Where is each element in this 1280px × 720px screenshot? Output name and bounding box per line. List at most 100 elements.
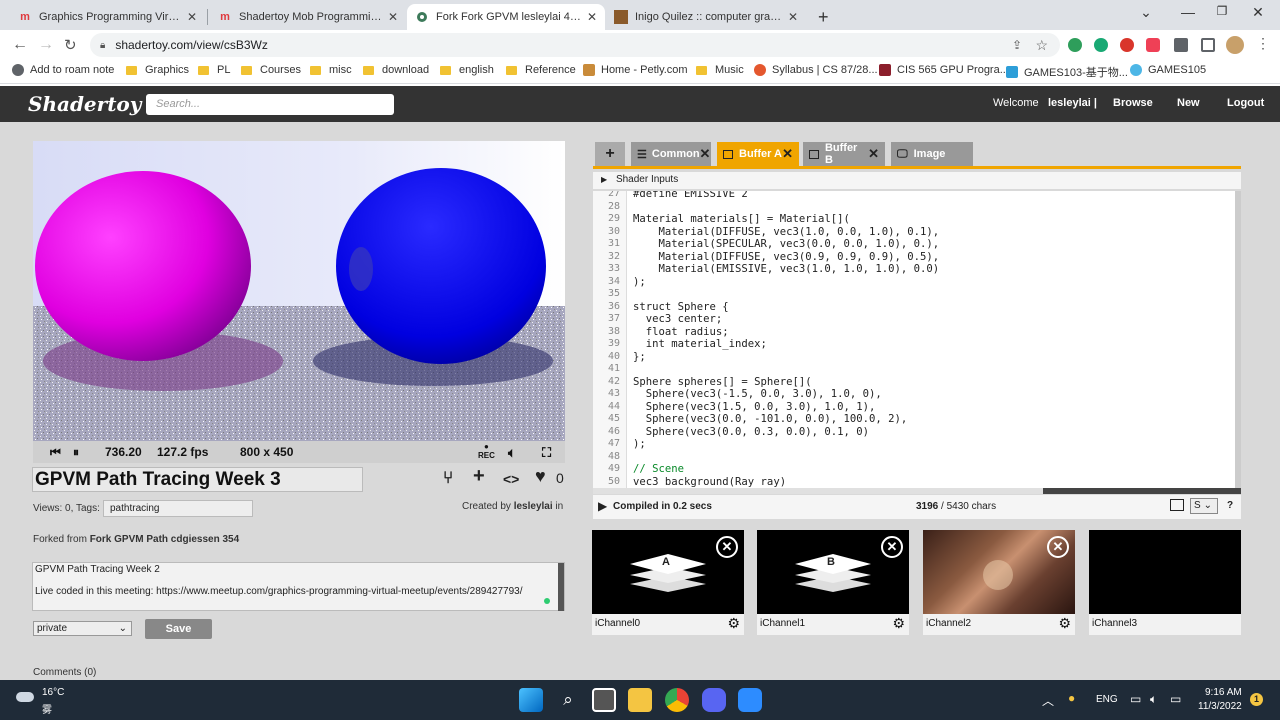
bookmark-folder[interactable]: misc xyxy=(310,64,352,76)
browser-tab-meetup-gpvm[interactable]: m Graphics Programming Virtual M ✕ xyxy=(10,4,205,30)
remove-channel-icon[interactable]: ✕ xyxy=(1047,536,1069,558)
tab-image[interactable]: 🖵︎ Image xyxy=(891,142,973,166)
like-heart-icon[interactable]: ♥ xyxy=(535,466,546,487)
bookmark-item[interactable]: Add to roam note xyxy=(12,64,114,76)
add-buffer-button[interactable]: + xyxy=(595,142,625,166)
logout-link[interactable]: Logout xyxy=(1227,97,1264,109)
zoom-icon[interactable] xyxy=(738,688,762,712)
channel-0-preview[interactable]: A ✕ xyxy=(592,530,744,614)
chevron-up-icon[interactable]: ︿ xyxy=(1042,692,1054,709)
embed-code-icon[interactable]: <> xyxy=(503,471,519,487)
clock-date[interactable]: 11/3/2022 xyxy=(1198,701,1242,712)
volume-muted-icon[interactable]: 🔈︎ xyxy=(508,445,516,461)
grammarly-icon[interactable] xyxy=(1094,38,1108,52)
clock-time[interactable]: 9:16 AM xyxy=(1205,687,1242,698)
tab-buffer-a[interactable]: Buffer A ✕ xyxy=(717,142,799,166)
shader-inputs-toggle[interactable]: ▶ Shader Inputs xyxy=(593,172,1241,189)
username-link[interactable]: lesleylai | xyxy=(1048,97,1097,109)
help-button[interactable]: ? xyxy=(1227,500,1233,511)
channel-3-preview[interactable] xyxy=(1089,530,1241,614)
bookmark-folder[interactable]: Graphics xyxy=(126,64,189,76)
close-tab-icon[interactable]: ✕ xyxy=(587,10,597,24)
browser-tab-iq[interactable]: Inigo Quilez :: computer graphics ✕ xyxy=(606,4,806,30)
task-view-icon[interactable] xyxy=(592,688,616,712)
close-window-icon[interactable]: ✕ xyxy=(1248,4,1268,21)
reload-icon[interactable]: ↻ xyxy=(64,36,77,54)
tab-common[interactable]: ☰ Common ✕ xyxy=(631,142,711,166)
font-size-select[interactable]: S ⌄ xyxy=(1190,498,1218,514)
remove-channel-icon[interactable]: ✕ xyxy=(716,536,738,558)
tab-search-icon[interactable]: ⌄ xyxy=(1136,4,1156,21)
network-icon[interactable]: ▭ xyxy=(1130,692,1141,706)
gear-icon[interactable]: ⚙ xyxy=(1058,615,1071,632)
channel-2[interactable]: ✕ iChannel2 ⚙ xyxy=(923,530,1075,635)
description-textarea[interactable]: GPVM Path Tracing Week 2 Live coded in t… xyxy=(32,562,565,611)
adblock-icon[interactable] xyxy=(1120,38,1134,52)
forked-from-link[interactable]: Fork GPVM Path cdgiessen 354 xyxy=(90,534,240,545)
share-icon[interactable]: ⇪ xyxy=(1012,38,1022,52)
shadertoy-logo[interactable]: Shadertoy xyxy=(28,92,141,116)
scrollbar-thumb[interactable] xyxy=(1043,488,1241,494)
new-tab-button[interactable]: + xyxy=(810,4,836,30)
tab-buffer-b[interactable]: Buffer B ✕ xyxy=(803,142,885,166)
search-input[interactable]: Search... xyxy=(146,94,394,115)
bookmark-item[interactable]: GAMES103-基于物... xyxy=(1006,64,1128,80)
profile-avatar[interactable] xyxy=(1226,36,1244,54)
discord-icon[interactable] xyxy=(702,688,726,712)
bookmark-folder[interactable]: Reference xyxy=(506,64,576,76)
search-icon[interactable]: ⌕ xyxy=(556,688,580,712)
address-bar[interactable]: 🔒︎ shadertoy.com/view/csB3Wz ⇪ ☆ xyxy=(90,33,1060,57)
author-link[interactable]: lesleylai xyxy=(514,501,553,512)
bookmark-folder[interactable]: Courses xyxy=(241,64,301,76)
bookmark-folder[interactable]: english xyxy=(440,64,494,76)
browser-tab-meetup-mob[interactable]: m Shadertoy Mob Programming: Pa ✕ xyxy=(210,4,406,30)
bookmark-item[interactable]: CIS 565 GPU Progra... xyxy=(879,64,1009,76)
battery-icon[interactable]: ▭ xyxy=(1170,692,1181,706)
channel-1[interactable]: B ✕ iChannel1 ⚙ xyxy=(757,530,909,635)
save-button[interactable]: Save xyxy=(145,619,212,639)
chrome-icon[interactable] xyxy=(665,688,689,712)
bookmark-folder[interactable]: Music xyxy=(696,64,744,76)
bookmark-item[interactable]: Syllabus | CS 87/28... xyxy=(754,64,878,76)
close-tab-icon[interactable]: ✕ xyxy=(868,146,879,162)
close-tab-icon[interactable]: ✕ xyxy=(700,146,711,162)
gear-icon[interactable]: ⚙ xyxy=(727,615,740,632)
rewind-icon[interactable]: ⏮ xyxy=(50,445,61,460)
bookmark-folder[interactable]: PL xyxy=(198,64,230,76)
compile-play-icon[interactable]: ▶ xyxy=(598,499,607,513)
shader-render-canvas[interactable] xyxy=(33,141,565,441)
comments-count[interactable]: Comments (0) xyxy=(33,667,96,678)
pocket-icon[interactable] xyxy=(1146,38,1160,52)
close-tab-icon[interactable]: ✕ xyxy=(788,10,798,24)
weather-cloud-icon[interactable] xyxy=(16,692,34,702)
browser-tab-shadertoy[interactable]: Fork Fork GPVM lesleylai 428 ✕ xyxy=(407,4,605,30)
notification-badge[interactable]: 1 xyxy=(1250,693,1263,706)
shader-title-input[interactable]: GPVM Path Tracing Week 3 xyxy=(32,467,363,492)
extension-icon[interactable] xyxy=(1068,38,1082,52)
fullscreen-icon[interactable]: ⛶ xyxy=(542,445,551,461)
file-explorer-icon[interactable] xyxy=(628,688,652,712)
channel-3[interactable]: iChannel3 xyxy=(1089,530,1241,635)
pause-icon[interactable]: ⏸ xyxy=(73,445,79,460)
minimize-icon[interactable]: — xyxy=(1178,4,1198,20)
image-icon[interactable] xyxy=(1170,499,1184,511)
sidepanel-icon[interactable] xyxy=(1201,38,1215,52)
remove-channel-icon[interactable]: ✕ xyxy=(881,536,903,558)
extensions-puzzle-icon[interactable] xyxy=(1174,38,1188,52)
gear-icon[interactable]: ⚙ xyxy=(892,615,905,632)
close-tab-icon[interactable]: ✕ xyxy=(388,10,398,24)
new-link[interactable]: New xyxy=(1177,97,1200,109)
code-editor[interactable]: 27 28 29 30 31 32 33 34 35 36 37 38 39 40 41 42 43 44 45 46… xyxy=(593,191,1241,488)
forward-icon[interactable]: → xyxy=(38,36,54,54)
add-icon[interactable]: + xyxy=(473,465,485,488)
language-indicator[interactable]: ENG xyxy=(1096,694,1118,705)
bookmark-star-icon[interactable]: ☆ xyxy=(1035,37,1048,54)
maximize-icon[interactable]: ❐ xyxy=(1212,4,1232,18)
browse-link[interactable]: Browse xyxy=(1113,97,1153,109)
editor-vertical-scrollbar[interactable] xyxy=(1235,191,1241,488)
fork-icon[interactable]: ⑂ xyxy=(443,468,453,488)
visibility-select[interactable]: private ⌄ xyxy=(33,621,132,636)
bookmark-item[interactable]: Home - Petly.com xyxy=(583,64,688,76)
channel-1-preview[interactable]: B ✕ xyxy=(757,530,909,614)
close-tab-icon[interactable]: ✕ xyxy=(187,10,197,24)
